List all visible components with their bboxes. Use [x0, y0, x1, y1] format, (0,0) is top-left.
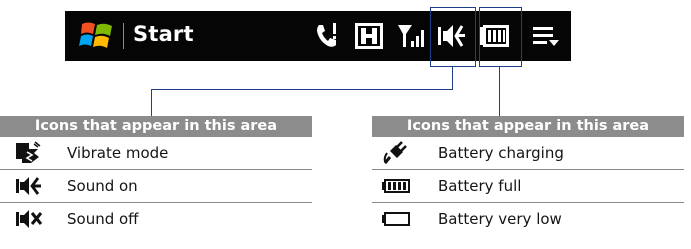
sound-area-highlight [430, 7, 476, 67]
table-heading: Icons that appear in this area [372, 116, 684, 137]
table-heading: Icons that appear in this area [0, 116, 312, 137]
table-row: Sound off [0, 203, 312, 235]
row-label: Battery full [438, 177, 522, 195]
table-row: Battery very low [372, 203, 684, 235]
battery-very-low-icon [381, 207, 411, 231]
table-row: Vibrate mode [0, 137, 312, 170]
sound-off-icon [14, 207, 44, 231]
table-row: Battery charging [372, 137, 684, 170]
row-label: Battery charging [438, 144, 564, 162]
row-label: Sound on [67, 177, 138, 195]
battery-icons-table: Icons that appear in this area Battery c… [372, 116, 684, 235]
row-label: Battery very low [438, 210, 562, 228]
row-label: Vibrate mode [67, 144, 169, 162]
menu-dropdown-icon[interactable] [530, 21, 562, 51]
phone-call-icon[interactable] [311, 21, 343, 51]
vibrate-mode-icon [14, 141, 44, 165]
row-label: Sound off [67, 210, 139, 228]
title-separator [123, 23, 124, 49]
callout-line [151, 89, 152, 116]
callout-line [499, 66, 500, 116]
callout-line [151, 89, 453, 90]
signal-strength-icon[interactable] [395, 21, 427, 51]
start-button[interactable]: Start [133, 22, 194, 46]
sound-icons-table: Icons that appear in this area Vibrate m… [0, 116, 312, 235]
h-network-icon[interactable] [353, 21, 385, 51]
battery-charging-icon [381, 141, 411, 165]
windows-logo-icon[interactable] [79, 18, 115, 54]
battery-area-highlight [479, 7, 522, 67]
callout-line [452, 66, 453, 89]
table-row: Battery full [372, 170, 684, 203]
table-row: Sound on [0, 170, 312, 203]
sound-on-icon [14, 174, 44, 198]
battery-full-icon [381, 174, 411, 198]
